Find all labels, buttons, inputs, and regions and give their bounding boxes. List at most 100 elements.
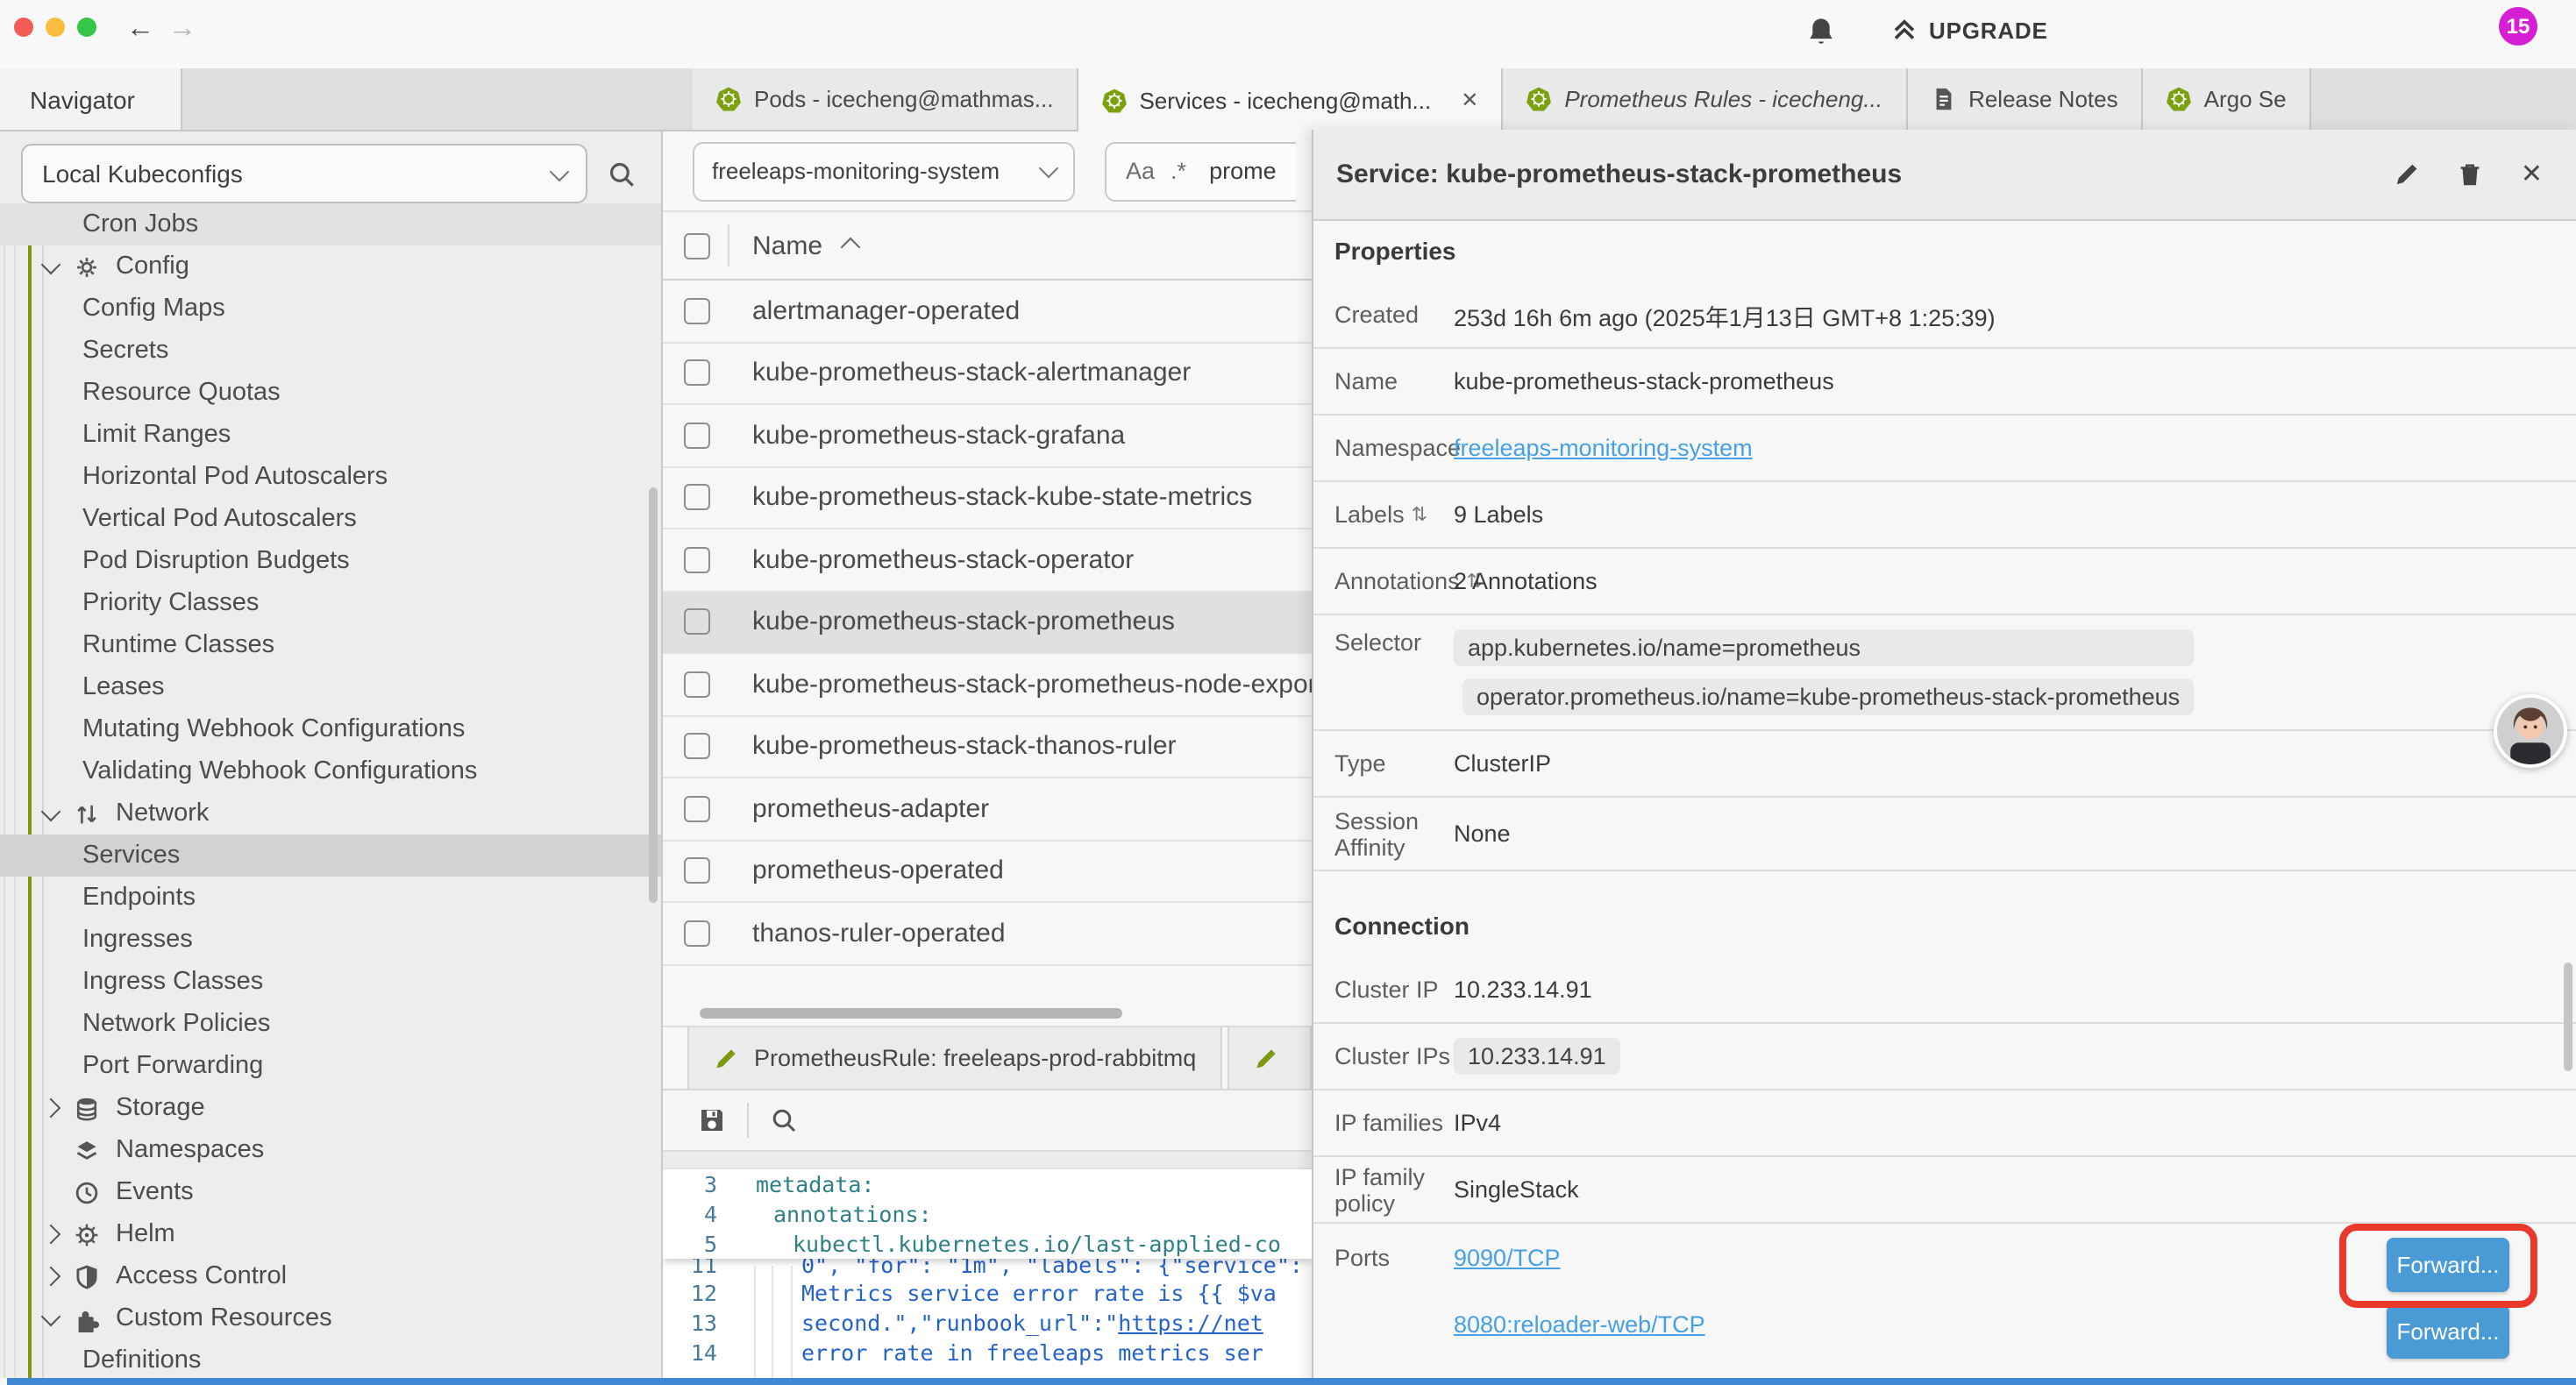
detail-scrollbar-thumb[interactable] <box>2564 962 2572 1071</box>
sidebar-tree-item[interactable]: Custom Resources <box>0 1297 661 1339</box>
sort-toggle-icon[interactable]: ⇅ <box>1412 503 1427 526</box>
port-8080-link[interactable]: 8080:reloader-web/TCP <box>1454 1310 1705 1337</box>
dock-tab-hidden[interactable] <box>1228 1027 1312 1089</box>
sidebar-tree-item[interactable]: Cron Jobs <box>0 203 661 245</box>
editor-search-icon[interactable] <box>770 1106 798 1134</box>
kubeconfig-select[interactable]: Local Kubeconfigs <box>21 144 587 203</box>
sidebar-tree-item[interactable]: Leases <box>0 666 661 708</box>
upgrade-button[interactable]: UPGRADE <box>1890 16 2048 44</box>
cluster-tab[interactable]: Prometheus Rules - icecheng... <box>1503 68 1907 130</box>
sidebar-tree-item[interactable]: Secrets <box>0 330 661 372</box>
cluster-tab[interactable]: Pods - icecheng@mathmas... <box>693 68 1078 130</box>
sidebar-tree-item[interactable]: Ingresses <box>0 919 661 961</box>
row-checkbox[interactable] <box>684 609 710 636</box>
sidebar-tree-item[interactable]: Horizontal Pod Autoscalers <box>0 456 661 498</box>
table-row[interactable]: prometheus-operated <box>663 841 1312 903</box>
delete-trash-icon[interactable] <box>2458 161 2484 188</box>
editor-line: 3 metadata: <box>663 1169 1312 1199</box>
tree-chevron-icon <box>41 801 61 821</box>
sidebar-tree-item[interactable]: Namespaces <box>0 1129 661 1171</box>
sidebar-tree-item[interactable]: Vertical Pod Autoscalers <box>0 498 661 540</box>
maximize-window-button[interactable] <box>77 18 96 37</box>
select-all-checkbox[interactable] <box>684 232 710 259</box>
sidebar-tree-item[interactable]: Resource Quotas <box>0 372 661 414</box>
row-checkbox[interactable] <box>684 734 710 760</box>
labels-value[interactable]: 9 Labels <box>1454 501 1543 528</box>
sidebar-tree-item[interactable]: Limit Ranges <box>0 414 661 456</box>
horizontal-scrollbar-thumb[interactable] <box>700 1008 1122 1019</box>
table-row[interactable]: kube-prometheus-stack-alertmanager <box>663 343 1312 405</box>
sidebar-tree-item[interactable]: Endpoints <box>0 877 661 919</box>
row-checkbox[interactable] <box>684 298 710 324</box>
regex-icon[interactable]: .* <box>1171 158 1186 184</box>
cluster-tab[interactable]: Argo Se <box>2143 68 2311 130</box>
table-row[interactable]: kube-prometheus-stack-prometheus-node-ex… <box>663 654 1312 716</box>
row-checkbox[interactable] <box>684 671 710 698</box>
sort-ascending-icon[interactable] <box>841 237 861 257</box>
cluster-tab[interactable]: Release Notes <box>1907 68 2143 130</box>
sidebar-tree-item[interactable]: Config <box>0 245 661 288</box>
sidebar-search-icon[interactable] <box>607 159 637 188</box>
table-row[interactable]: kube-prometheus-stack-grafana <box>663 405 1312 467</box>
row-checkbox[interactable] <box>684 920 710 947</box>
sidebar-tree-item[interactable]: Port Forwarding <box>0 1045 661 1087</box>
close-tab-icon[interactable]: ✕ <box>1461 88 1478 112</box>
sidebar-tree-item[interactable]: Ingress Classes <box>0 961 661 1003</box>
sidebar-tree-item[interactable]: Mutating Webhook Configurations <box>0 708 661 750</box>
cluster-tab[interactable]: Services - icecheng@math... ✕ <box>1078 68 1503 131</box>
name-column-header[interactable]: Name <box>752 231 822 260</box>
row-checkbox[interactable] <box>684 485 710 511</box>
row-checkbox[interactable] <box>684 423 710 449</box>
row-checkbox[interactable] <box>684 360 710 387</box>
edit-pencil-icon[interactable] <box>2395 161 2421 188</box>
back-arrow-icon[interactable]: ← <box>126 11 154 49</box>
sidebar-tree-item[interactable]: Storage <box>0 1087 661 1129</box>
sidebar-tree-item[interactable]: Network Policies <box>0 1003 661 1045</box>
sidebar-tree-item[interactable]: Network <box>0 792 661 835</box>
row-checkbox[interactable] <box>684 858 710 884</box>
list-search-input[interactable]: Aa .* prome <box>1105 141 1296 201</box>
close-panel-icon[interactable]: ✕ <box>2521 161 2543 188</box>
navigator-tab[interactable]: Navigator <box>0 68 182 130</box>
sidebar-tree-item[interactable]: Definitions <box>0 1339 661 1378</box>
table-row[interactable]: prometheus-adapter <box>663 778 1312 841</box>
tab-icon <box>715 86 742 112</box>
sidebar-tree-item[interactable]: Helm <box>0 1213 661 1255</box>
namespace-filter-select[interactable]: freeleaps-monitoring-system <box>693 141 1075 201</box>
close-window-button[interactable] <box>14 18 33 37</box>
sidebar-tree-item[interactable]: Priority Classes <box>0 582 661 624</box>
notifications-bell-icon[interactable] <box>1806 16 1836 49</box>
table-row[interactable]: kube-prometheus-stack-kube-state-metrics <box>663 467 1312 529</box>
ip-family-policy-row: IP family policy SingleStack <box>1313 1157 2576 1224</box>
row-checkbox[interactable] <box>684 547 710 573</box>
sidebar-tree-item[interactable]: Services <box>0 835 661 877</box>
port-9090-link[interactable]: 9090/TCP <box>1454 1244 1561 1270</box>
sidebar-tree-item[interactable]: Events <box>0 1171 661 1213</box>
sidebar-scrollbar-thumb[interactable] <box>649 487 658 903</box>
forward-arrow-icon[interactable]: → <box>168 11 196 49</box>
sidebar-tree-item[interactable]: Config Maps <box>0 288 661 330</box>
notification-count-badge[interactable]: 15 <box>2499 7 2537 46</box>
forward-port-8080-button[interactable]: Forward... <box>2387 1304 2509 1359</box>
namespace-link[interactable]: freeleaps-monitoring-system <box>1454 435 1753 461</box>
sidebar-tree-item[interactable]: Validating Webhook Configurations <box>0 750 661 792</box>
code-link[interactable]: https://net <box>1118 1310 1263 1336</box>
row-checkbox[interactable] <box>684 796 710 822</box>
match-case-icon[interactable]: Aa <box>1126 158 1155 184</box>
sidebar-tree-item[interactable]: Runtime Classes <box>0 624 661 666</box>
yaml-editor[interactable]: 3 metadata: 4 annotations: 5 kubectl.kub… <box>663 1169 1312 1378</box>
table-row[interactable]: alertmanager-operated <box>663 281 1312 343</box>
annotations-value[interactable]: 2 Annotations <box>1454 568 1598 594</box>
dock-tab-prometheusrule[interactable]: PrometheusRule: freeleaps-prod-rabbitmq <box>687 1027 1222 1089</box>
table-row[interactable]: kube-prometheus-stack-thanos-ruler <box>663 716 1312 778</box>
tree-item-label: Ingresses <box>82 926 193 954</box>
user-avatar[interactable] <box>2494 694 2567 768</box>
sidebar-tree-item[interactable]: Pod Disruption Budgets <box>0 540 661 582</box>
minimize-window-button[interactable] <box>46 18 65 37</box>
table-row[interactable]: thanos-ruler-operated <box>663 903 1312 965</box>
sidebar-tree-item[interactable]: Access Control <box>0 1255 661 1297</box>
forward-port-9090-button[interactable]: Forward... <box>2387 1238 2509 1292</box>
table-row[interactable]: kube-prometheus-stack-operator <box>663 529 1312 592</box>
table-row[interactable]: kube-prometheus-stack-prometheus <box>663 592 1312 654</box>
save-icon[interactable] <box>698 1106 726 1134</box>
